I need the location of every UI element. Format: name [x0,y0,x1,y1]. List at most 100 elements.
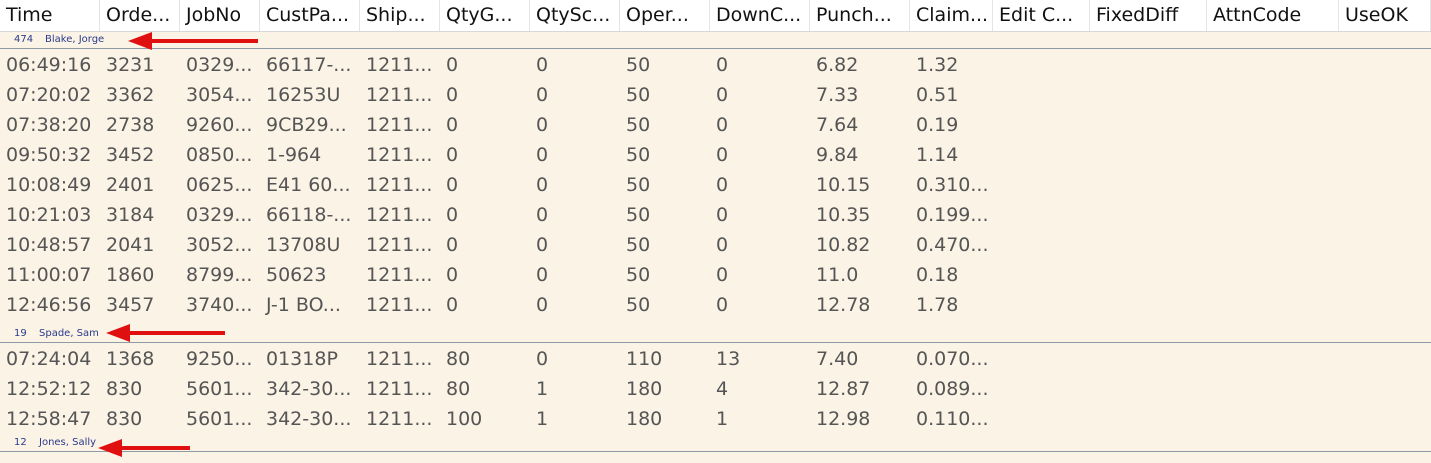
cell-punch: 7.33 [816,84,859,106]
cell-punch: 10.82 [816,234,871,256]
cell-punch: 10.15 [816,174,871,196]
cell-claim: 0.070... [916,348,989,370]
cell-jobno: 8799... [186,264,253,286]
group-header[interactable]: 12 Jones, Sally [0,434,1431,452]
cell-order: 2041 [106,234,155,256]
group-separator [0,451,1431,452]
table-row[interactable]: 10:08:49 2401 0625... E41 60... 1211... 0 0 50 0… [0,170,1431,200]
table-row[interactable]: 11:00:07 1860 8799... 50623 1211... 0 0 50 0 11.0… [0,260,1431,290]
group-id: 19 [14,328,27,339]
cell-time: 09:50:32 [6,144,92,166]
cell-custpart: 1-964 [266,144,322,166]
group-name: Jones, Sally [39,437,97,448]
table-row[interactable]: 09:50:32 3452 0850... 1-964 1211... 0 0 50 0 9.84… [0,140,1431,170]
cell-claim: 0.110... [916,408,989,430]
column-header-punch[interactable]: Punch... [810,0,910,31]
cell-operation: 110 [626,348,663,370]
cell-ship: 1211... [366,114,433,136]
column-header-qty-good[interactable]: QtyG... [440,0,530,31]
group-header[interactable]: 474 Blake, Jorge [0,31,1431,49]
cell-qty-good: 80 [446,348,471,370]
column-header-down-count[interactable]: DownC... [710,0,810,31]
cell-punch: 9.84 [816,144,859,166]
cell-time: 10:21:03 [6,204,92,226]
cell-qty-good: 0 [446,174,459,196]
group-name: Spade, Sam [39,328,99,339]
cell-qty-scrap: 0 [536,348,549,370]
cell-jobno: 3052... [186,234,253,256]
cell-claim: 0.199... [916,204,989,226]
group-separator [0,342,1431,343]
cell-order: 2401 [106,174,155,196]
table-row[interactable]: 12:58:47 830 5601... 342-30... 1211... 100 1 18… [0,404,1431,434]
cell-qty-scrap: 0 [536,204,549,226]
table-row[interactable]: 06:49:16 3231 0329... 66117-... 1211... 0 0 50 0… [0,50,1431,80]
cell-ship: 1211... [366,54,433,76]
cell-claim: 0.51 [916,84,959,106]
column-header-edit-count[interactable]: Edit C... [993,0,1090,31]
cell-down-count: 4 [716,378,729,400]
cell-qty-good: 0 [446,234,459,256]
cell-claim: 0.089... [916,378,989,400]
column-header-custpart[interactable]: CustPa... [260,0,360,31]
cell-custpart: 16253U [266,84,341,106]
cell-order: 830 [106,408,143,430]
group-header[interactable]: 19 Spade, Sam [0,325,1431,343]
cell-custpart: 66117-... [266,54,352,76]
column-header-order[interactable]: Orde... [100,0,180,31]
grid-header: Time Orde... JobNo CustPa... Ship... QtyG... Q… [0,0,1431,32]
column-header-qty-scrap[interactable]: QtySc... [530,0,620,31]
cell-order: 1860 [106,264,155,286]
cell-down-count: 0 [716,264,729,286]
cell-custpart: 9CB29... [266,114,347,136]
cell-time: 06:49:16 [6,54,92,76]
column-header-jobno[interactable]: JobNo [180,0,260,31]
cell-qty-good: 0 [446,54,459,76]
cell-operation: 50 [626,234,651,256]
cell-down-count: 0 [716,54,729,76]
table-row[interactable]: 12:46:56 3457 3740... J-1 BO... 1211... 0 0 50 0… [0,290,1431,320]
group-name: Blake, Jorge [45,34,105,45]
cell-custpart: 50623 [266,264,327,286]
column-header-use-ok[interactable]: UseOK [1339,0,1431,31]
column-header-attn-code[interactable]: AttnCode [1207,0,1339,31]
column-header-fixed-diff[interactable]: FixedDiff [1090,0,1207,31]
cell-claim: 0.310... [916,174,989,196]
cell-claim: 1.78 [916,294,959,316]
column-header-operation[interactable]: Oper... [620,0,710,31]
cell-qty-good: 100 [446,408,483,430]
cell-operation: 50 [626,264,651,286]
cell-qty-scrap: 0 [536,84,549,106]
cell-down-count: 0 [716,84,729,106]
cell-time: 10:08:49 [6,174,92,196]
cell-operation: 50 [626,54,651,76]
cell-claim: 0.18 [916,264,959,286]
cell-operation: 50 [626,144,651,166]
table-row[interactable]: 12:52:12 830 5601... 342-30... 1211... 80 1 180… [0,374,1431,404]
table-row[interactable]: 07:20:02 3362 3054... 16253U 1211... 0 0 50 0 7.3… [0,80,1431,110]
cell-operation: 180 [626,378,663,400]
column-header-time[interactable]: Time [0,0,100,31]
cell-jobno: 5601... [186,378,253,400]
table-row[interactable]: 07:38:20 2738 9260... 9CB29... 1211... 0 0 50 0 7… [0,110,1431,140]
cell-ship: 1211... [366,144,433,166]
cell-punch: 7.64 [816,114,859,136]
column-header-ship[interactable]: Ship... [360,0,440,31]
cell-ship: 1211... [366,408,433,430]
cell-custpart: 342-30... [266,408,352,430]
cell-jobno: 0329... [186,54,253,76]
cell-qty-scrap: 0 [536,294,549,316]
cell-time: 07:20:02 [6,84,92,106]
cell-qty-scrap: 0 [536,234,549,256]
cell-down-count: 1 [716,408,729,430]
group-id: 474 [14,34,34,45]
cell-ship: 1211... [366,204,433,226]
table-row[interactable]: 10:48:57 2041 3052... 13708U 1211... 0 0 50 0 10.… [0,230,1431,260]
cell-punch: 12.87 [816,378,871,400]
cell-time: 07:38:20 [6,114,92,136]
cell-operation: 50 [626,84,651,106]
table-row[interactable]: 10:21:03 3184 0329... 66118-... 1211... 0 0 50 0… [0,200,1431,230]
column-header-claim[interactable]: Claim... [910,0,993,31]
table-row[interactable]: 07:24:04 1368 9250... 01318P 1211... 80 0 110 13… [0,344,1431,374]
cell-custpart: 66118-... [266,204,352,226]
